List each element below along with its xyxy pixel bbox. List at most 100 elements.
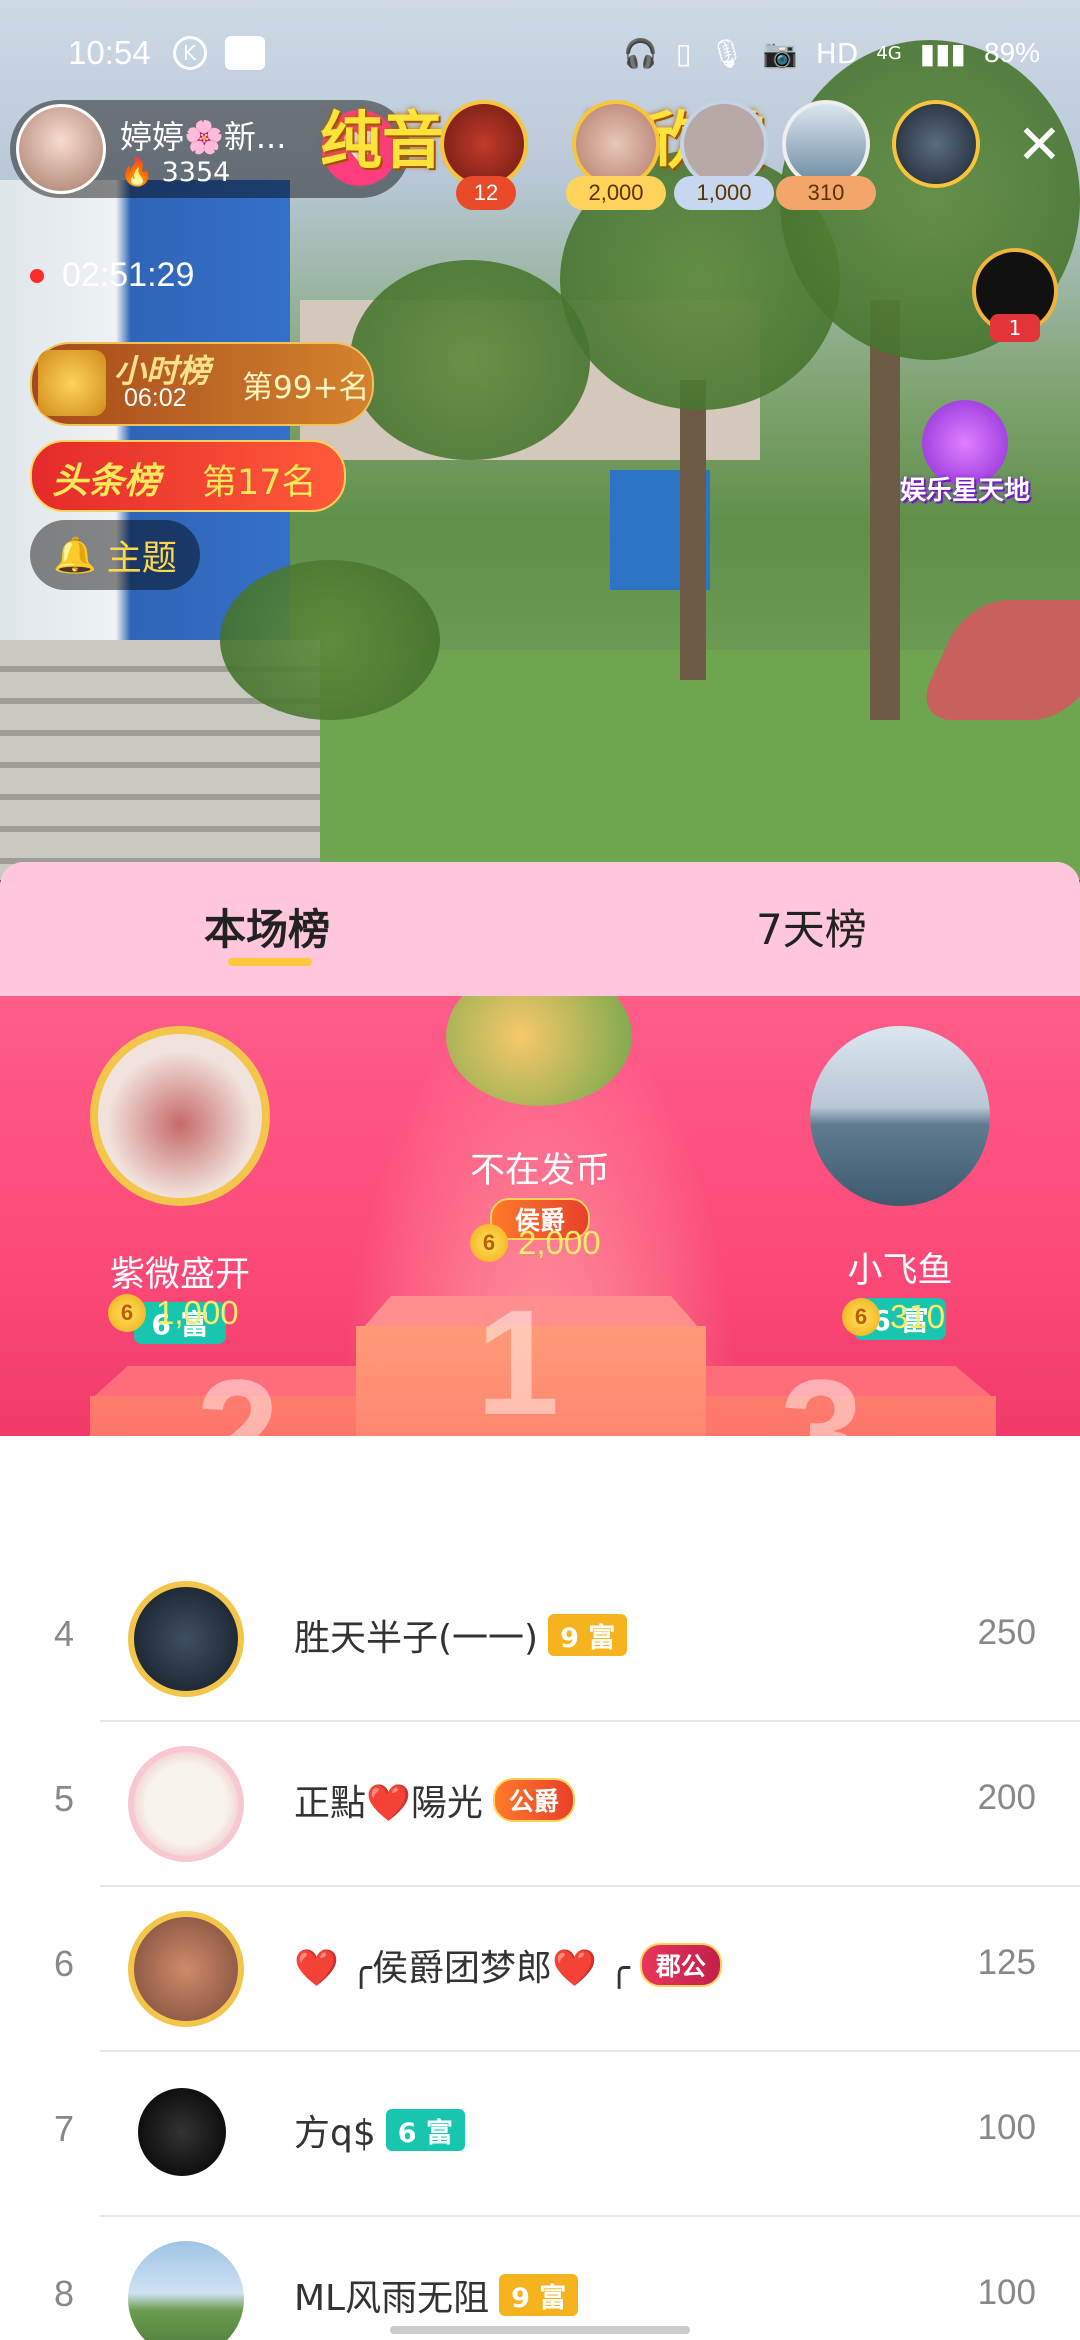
event-badge[interactable]: 娱乐星天地 xyxy=(890,400,1040,520)
list-name-group: 正點❤️陽光 公爵 xyxy=(294,1774,575,1826)
second-place-name: 紫微盛开 xyxy=(109,1255,250,1295)
event-badge-label: 娱乐星天地 xyxy=(899,476,1030,506)
head-rank-badge[interactable]: 头条榜 第17名 xyxy=(30,440,346,512)
hd-indicator: HD xyxy=(815,36,859,70)
third-place-coins: 6 310 xyxy=(842,1298,945,1336)
signal-icon: ▮▮▮ xyxy=(919,36,966,70)
coin-icon: 6 xyxy=(108,1294,146,1332)
ranking-list: 4 胜天半子(一一) 9 富 250 5 正點❤️陽光 公爵 200 6 ❤️ … xyxy=(0,1557,1080,2340)
live-dot-icon xyxy=(30,268,44,283)
podium: 1 2 3 不在发币 侯爵 6 2,000 紫微盛开 6 富 6 1,000 小飞鱼… xyxy=(0,996,1080,1436)
scene-tree xyxy=(350,260,590,460)
second-place-coins: 6 1,000 xyxy=(108,1294,239,1332)
close-icon[interactable]: ✕ xyxy=(1017,118,1062,172)
bell-icon: 🔔 xyxy=(53,535,97,576)
list-item[interactable]: 7 方q$ 6 富 100 xyxy=(0,2052,1080,2217)
gifter-badge: 12 xyxy=(456,176,516,210)
camera-icon: 📷 xyxy=(762,36,798,70)
live-duration-value: 02:51:29 xyxy=(62,256,195,294)
live-duration: 02:51:29 xyxy=(30,256,194,295)
top-gifter-avatar[interactable] xyxy=(572,100,660,188)
host-heat-value: 3354 xyxy=(161,157,231,188)
status-time: 10:54 xyxy=(68,34,151,71)
mic-icon: 🎙 xyxy=(709,36,745,70)
first-place-coins: 6 2,000 xyxy=(470,1224,601,1262)
battery-level: 89% xyxy=(983,37,1040,68)
side-user-tag: 1 xyxy=(990,314,1040,342)
list-name: 正點❤️陽光 xyxy=(294,1783,483,1824)
head-rank-position: 第17名 xyxy=(202,463,317,503)
list-item[interactable]: 8 ML风雨无阻 9 富 100 xyxy=(0,2217,1080,2340)
network-indicator: 4G xyxy=(876,42,902,64)
host-heat: 🔥 3354 xyxy=(120,156,230,188)
list-name-group: 胜天半子(一一) 9 富 xyxy=(294,1609,628,1661)
tab-seven-day-ranking[interactable]: 7天榜 xyxy=(756,896,867,957)
third-place-name: 小飞鱼 xyxy=(847,1251,953,1291)
list-item[interactable]: 5 正點❤️陽光 公爵 200 xyxy=(0,1722,1080,1887)
topic-label: 主题 xyxy=(106,538,177,579)
list-name: ❤️ ╭侯爵团梦郎❤️ ╭ xyxy=(294,1948,630,1989)
app-notification-icon xyxy=(224,36,265,70)
list-avatar[interactable] xyxy=(128,1581,244,1697)
podium-number-first: 1 xyxy=(476,1278,560,1436)
list-name-group: 方q$ 6 富 xyxy=(294,2104,465,2156)
hour-rank-position: 第99+名 xyxy=(242,370,370,406)
list-score: 250 xyxy=(977,1613,1036,1652)
head-rank-title: 头条榜 xyxy=(52,461,161,502)
list-avatar[interactable] xyxy=(128,1911,244,2027)
gifter-score: 310 xyxy=(776,176,876,210)
list-rank: 8 xyxy=(53,2273,75,2314)
list-item[interactable]: 4 胜天半子(一一) 9 富 250 xyxy=(0,1557,1080,1722)
host-name: 婷婷🌸新... xyxy=(120,118,287,156)
podium-number-second: 2 xyxy=(196,1348,280,1436)
scene-bush xyxy=(220,560,440,720)
coin-icon: 6 xyxy=(470,1224,508,1262)
list-score: 100 xyxy=(977,2108,1036,2147)
active-tab-indicator xyxy=(228,958,312,966)
status-bar: 10:54 K 🎧 ▯ 🎙 📷 HD 4G ▮▮▮ 89% xyxy=(68,28,1040,78)
list-avatar[interactable] xyxy=(138,2088,226,2176)
home-indicator[interactable] xyxy=(390,2326,690,2334)
list-score: 125 xyxy=(977,1943,1036,1982)
list-name: ML风雨无阻 xyxy=(294,2278,490,2319)
vibrate-icon: ▯ xyxy=(675,36,692,70)
hour-rank-countdown: 06:02 xyxy=(124,384,187,412)
list-score: 200 xyxy=(977,1778,1036,1817)
list-name: 方q$ xyxy=(294,2113,376,2154)
k-app-icon: K xyxy=(172,36,207,70)
list-rank: 6 xyxy=(53,1943,75,1984)
tab-live-ranking[interactable]: 本场榜 xyxy=(204,896,330,957)
topic-button[interactable]: 🔔 主题 xyxy=(30,520,200,590)
list-rank: 7 xyxy=(53,2108,75,2149)
list-noble-badge: 公爵 xyxy=(492,1778,575,1822)
top-gifter-avatar[interactable] xyxy=(892,100,980,188)
third-place-coins-value: 310 xyxy=(890,1298,946,1335)
coin-icon: 6 xyxy=(842,1298,880,1336)
top-gifter-avatar[interactable] xyxy=(440,100,528,188)
gifter-score: 2,000 xyxy=(566,176,666,210)
list-avatar[interactable] xyxy=(128,1746,244,1862)
first-place-coins-value: 2,000 xyxy=(518,1224,601,1261)
list-noble-badge: 郡公 xyxy=(639,1943,722,1987)
ranking-panel: 本场榜 7天榜 1 2 3 不在发币 侯爵 6 2,000 紫微盛开 6 富 61… xyxy=(0,862,1080,2340)
list-item[interactable]: 6 ❤️ ╭侯爵团梦郎❤️ ╭ 郡公 125 xyxy=(0,1887,1080,2052)
scene-trunk xyxy=(680,380,706,680)
list-rank: 5 xyxy=(53,1778,75,1819)
list-level-badge: 6 富 xyxy=(385,2109,465,2151)
gifter-score: 1,000 xyxy=(674,176,774,210)
list-rank: 4 xyxy=(53,1613,75,1654)
list-avatar[interactable] xyxy=(128,2241,244,2340)
first-place-name: 不在发币 xyxy=(469,1151,610,1191)
headphone-icon: 🎧 xyxy=(622,36,658,70)
trophy-icon xyxy=(38,350,106,416)
podium-number-third: 3 xyxy=(780,1348,864,1436)
list-name: 胜天半子(一一) xyxy=(294,1618,539,1659)
third-place-avatar[interactable] xyxy=(810,1026,990,1206)
list-level-badge: 9 富 xyxy=(499,2274,579,2316)
host-avatar[interactable] xyxy=(16,104,106,194)
top-gifter-avatar[interactable] xyxy=(782,100,870,188)
hour-rank-badge[interactable]: 小时榜 06:02 第99+名 xyxy=(30,342,374,426)
second-place-avatar[interactable] xyxy=(90,1026,270,1206)
top-gifter-avatar[interactable] xyxy=(680,100,768,188)
list-name-group: ML风雨无阻 9 富 xyxy=(294,2269,579,2321)
